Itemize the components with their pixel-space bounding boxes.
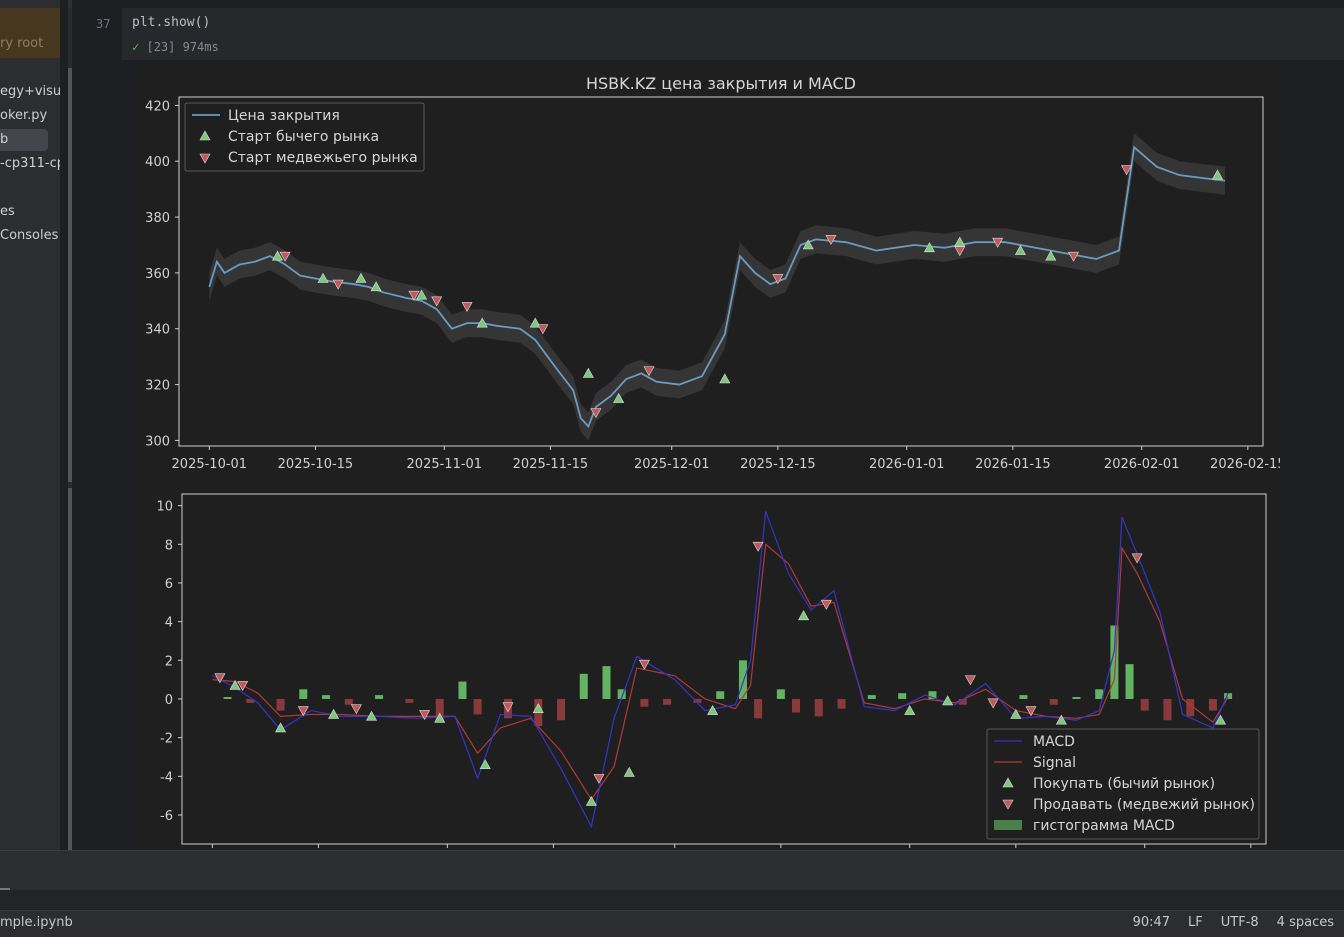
macd-histogram-bar: [663, 698, 672, 705]
sidebar-splitter[interactable]: [60, 0, 68, 850]
x-tick-label: 2025-12-15: [740, 457, 816, 472]
x-tick-label: 2025-12-01: [634, 457, 710, 472]
macd-histogram-bar: [602, 666, 611, 699]
macd-histogram-bar: [1072, 697, 1081, 699]
status-caret-position[interactable]: 90:47: [1133, 915, 1170, 930]
macd-histogram-bar: [1140, 698, 1149, 711]
y-tick-label: 6: [165, 577, 173, 592]
x-tick-label: 2025-11-01: [407, 457, 483, 472]
macd-histogram-bar: [405, 698, 414, 703]
macd-histogram-bar: [1163, 698, 1172, 721]
status-file-name[interactable]: mple.ipynb: [0, 915, 73, 930]
macd-histogram-bar: [754, 698, 763, 719]
macd-histogram-bar: [299, 689, 308, 699]
macd-histogram-bar: [792, 698, 801, 713]
bottom-tool-panel: [0, 850, 1344, 891]
macd-histogram-bar: [1125, 664, 1134, 699]
status-line-separator[interactable]: LF: [1188, 915, 1203, 930]
project-sidebar: ry root egy+visua oker.py b -cp311-cp3 e…: [0, 0, 60, 850]
project-root-item[interactable]: ry root: [0, 8, 60, 58]
legend-label-macd: MACD: [1033, 734, 1075, 750]
macd-histogram-bar: [1186, 698, 1195, 717]
y-tick-label: -2: [160, 732, 173, 747]
sidebar-item-scratches[interactable]: es: [0, 201, 15, 223]
sidebar-item-notebook[interactable]: b: [0, 129, 48, 151]
code-line[interactable]: plt.show(): [132, 15, 210, 30]
status-indent[interactable]: 4 spaces: [1277, 915, 1334, 930]
x-tick-label: 2025-10-15: [278, 457, 354, 472]
chart-svg: HSBK.KZ цена закрытия и MACD 300 320 340 360…: [145, 74, 1286, 848]
y-tick-label: -6: [160, 809, 173, 824]
macd-histogram-bar: [837, 698, 846, 709]
success-check-icon: ✓: [132, 40, 140, 54]
legend-label-sell: Продавать (медвежий рынок): [1033, 797, 1255, 813]
tool-window-bar: [0, 890, 1344, 910]
macd-histogram-bar: [1208, 698, 1217, 711]
y-tick-label: 380: [145, 211, 170, 226]
sidebar-item-wheel[interactable]: -cp311-cp3: [0, 153, 60, 175]
macd-histogram-bar: [776, 689, 785, 699]
x-tick-label: 2026-02-15: [1210, 457, 1280, 472]
x-tick-label: 2025-10-01: [172, 457, 248, 472]
macd-histogram-bar: [867, 695, 876, 699]
legend-label-buy: Покупать (бычий рынок): [1033, 776, 1215, 792]
y-tick-label: 300: [145, 434, 170, 449]
macd-histogram-bar: [473, 698, 482, 715]
sidebar-item-strategy[interactable]: egy+visua: [0, 81, 60, 103]
macd-histogram-bar: [223, 697, 232, 699]
sidebar-item-consoles[interactable]: Consoles: [0, 225, 58, 247]
y-tick-label: 340: [145, 323, 170, 338]
legend-label-signal: Signal: [1033, 755, 1076, 771]
y-tick-label: 8: [165, 538, 173, 553]
x-tick-label: 2026-01-01: [869, 457, 945, 472]
macd-histogram-bar: [1049, 698, 1058, 705]
y-tick-label: 360: [145, 267, 170, 282]
sidebar-item-broker-py[interactable]: oker.py: [0, 105, 47, 127]
macd-histogram-bar: [716, 691, 725, 699]
y-tick-label: 4: [165, 616, 173, 631]
y-tick-label: 420: [145, 99, 170, 114]
macd-histogram-bar: [814, 698, 823, 717]
code-cell[interactable]: [122, 8, 1344, 60]
legend-label-hist: гистограмма MACD: [1033, 818, 1175, 834]
chart-figure: HSBK.KZ цена закрытия и MACD 300 320 340 360…: [134, 66, 1286, 848]
y-tick-label: 10: [156, 500, 173, 515]
status-encoding[interactable]: UTF-8: [1221, 915, 1259, 930]
macd-histogram-bar: [640, 698, 649, 707]
legend-label-bull: Старт бычего рынка: [228, 129, 379, 145]
macd-histogram-bar: [898, 693, 907, 699]
macd-histogram-bar: [322, 695, 331, 699]
execution-time: [23] 974ms: [146, 40, 219, 54]
y-tick-label: 2: [165, 654, 173, 669]
macd-histogram-bar: [579, 673, 588, 699]
macd-histogram-bar: [276, 698, 285, 711]
y-tick-label: 320: [145, 379, 170, 394]
macd-histogram-bar: [344, 698, 353, 705]
macd-histogram-bar: [557, 698, 566, 721]
macd-histogram-bar: [1019, 695, 1028, 699]
project-root-label: ry root: [0, 36, 44, 51]
legend-hist-swatch: [994, 820, 1022, 830]
x-tick-label: 2025-11-15: [513, 457, 589, 472]
x-tick-label: 2026-02-01: [1104, 457, 1180, 472]
line-number: 37: [96, 17, 111, 31]
chart-title: HSBK.KZ цена закрытия и MACD: [586, 74, 856, 93]
legend-label-close: Цена закрытия: [228, 108, 340, 124]
x-tick-label: 2026-01-15: [975, 457, 1051, 472]
legend-label-bear: Старт медвежьего рынка: [228, 150, 418, 166]
macd-histogram-bar: [458, 681, 467, 699]
status-bar: mple.ipynb 90:47 LF UTF-8 4 spaces: [0, 910, 1344, 937]
y-tick-label: -4: [160, 770, 173, 785]
execution-info: ✓ [23] 974ms: [132, 40, 219, 54]
y-tick-label: 0: [165, 693, 173, 708]
y-tick-label: 400: [145, 155, 170, 170]
macd-histogram-bar: [375, 695, 384, 699]
